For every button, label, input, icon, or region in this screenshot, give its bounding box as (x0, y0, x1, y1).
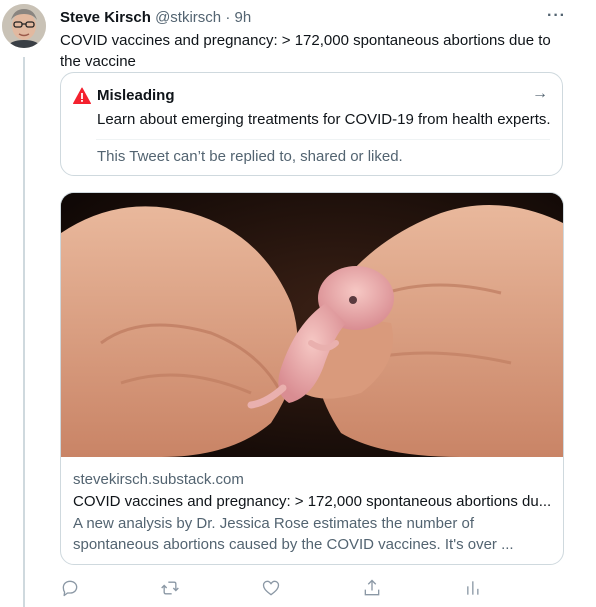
warning-icon (73, 87, 91, 104)
notice-title: Misleading (97, 87, 175, 104)
more-horizontal-icon[interactable]: ··· (547, 7, 566, 25)
tweet-header: Steve Kirsch @stkirsch · 9h (60, 8, 576, 28)
tweet-text: COVID vaccines and pregnancy: > 172,000 … (60, 32, 551, 70)
arrow-right-icon[interactable]: → (532, 85, 548, 103)
card-domain: stevekirsch.substack.com (73, 471, 244, 488)
notice-description[interactable]: Learn about emerging treatments for COVI… (97, 110, 551, 130)
card-image[interactable] (61, 193, 563, 457)
author-handle[interactable]: @stkirsch (155, 9, 221, 26)
card-description: A new analysis by Dr. Jessica Rose estim… (73, 515, 514, 553)
misleading-notice[interactable]: Misleading → Learn about emerging treatm… (60, 72, 563, 176)
link-card[interactable]: stevekirsch.substack.com COVID vaccines … (60, 192, 564, 565)
tweet-actions (60, 578, 560, 602)
thread-line (23, 57, 25, 607)
separator-dot: · (225, 9, 231, 26)
retweet-icon[interactable] (160, 578, 180, 598)
author-name[interactable]: Steve Kirsch (60, 9, 151, 26)
card-title: COVID vaccines and pregnancy: > 172,000 … (73, 493, 552, 510)
restriction-text: This Tweet can’t be replied to, shared o… (97, 148, 403, 165)
share-icon[interactable] (362, 578, 382, 598)
like-icon[interactable] (261, 578, 281, 598)
analytics-icon[interactable] (463, 578, 483, 598)
reply-icon[interactable] (60, 578, 80, 598)
notice-divider (96, 139, 550, 140)
tweet-time[interactable]: 9h (234, 9, 251, 26)
avatar[interactable] (2, 4, 46, 48)
